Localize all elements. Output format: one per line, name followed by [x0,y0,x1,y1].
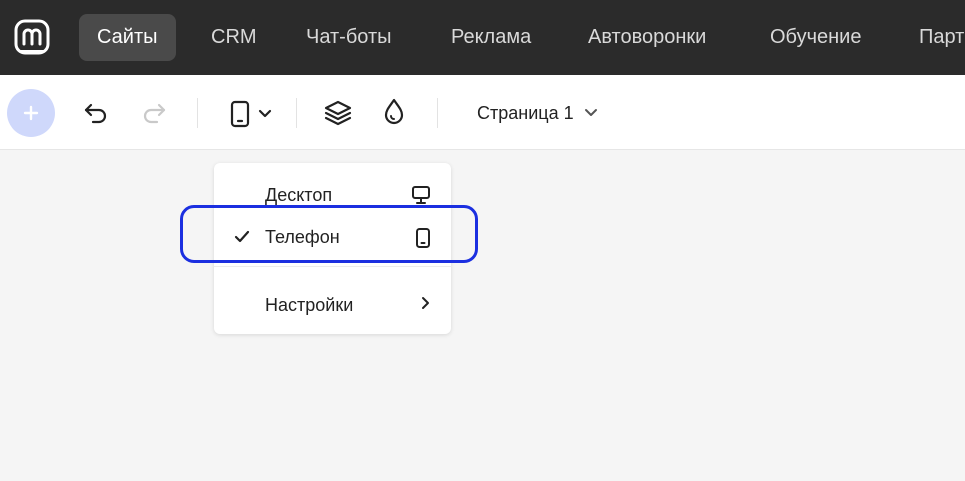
checkmark-icon [234,228,250,249]
nav-item-ads[interactable]: Реклама [433,14,549,61]
chevron-down-icon [584,109,597,116]
menu-item-phone-label: Телефон [265,227,340,247]
nav-item-learning[interactable]: Обучение [752,14,879,61]
toolbar-separator [437,98,438,128]
chevron-right-icon [419,295,431,316]
redo-icon [143,103,166,124]
nav-item-chatbots[interactable]: Чат-боты [288,14,410,61]
nav-item-funnels[interactable]: Автоворонки [570,14,724,61]
layers-icon [324,100,352,126]
top-navigation: Сайты CRM Чат-боты Реклама Автоворонки О… [0,0,965,75]
theme-button[interactable] [381,97,407,127]
device-switcher-button[interactable] [226,99,276,129]
menu-item-desktop-label: Десктоп [265,185,333,205]
undo-button[interactable] [82,99,110,127]
page-select-label: Страница 1 [477,102,574,123]
menu-item-settings[interactable]: Настройки [214,285,451,325]
menu-item-desktop[interactable]: Десктоп [214,175,451,215]
add-block-button[interactable] [7,89,55,137]
layers-button[interactable] [323,98,353,128]
menu-item-settings-label: Настройки [265,295,354,315]
phone-icon [415,227,431,254]
logo-icon[interactable] [14,19,50,55]
monitor-icon [411,185,431,210]
undo-icon [84,103,107,124]
toolbar-separator [296,98,297,128]
device-dropdown-menu: Десктоп Телефон Настройки [214,163,451,334]
menu-divider [214,266,451,267]
page-select[interactable]: Страница 1 [477,99,598,127]
editor-toolbar: Страница 1 [0,75,965,150]
drop-icon [384,98,404,125]
nav-item-sites[interactable]: Сайты [79,14,176,61]
menu-item-phone[interactable]: Телефон [214,217,451,257]
plus-icon [23,105,39,121]
redo-button[interactable] [140,99,168,127]
chevron-down-icon [258,109,272,118]
nav-item-partners[interactable]: Партнерам [901,14,965,61]
toolbar-separator [197,98,198,128]
phone-icon [230,100,250,128]
nav-item-crm[interactable]: CRM [193,14,275,61]
